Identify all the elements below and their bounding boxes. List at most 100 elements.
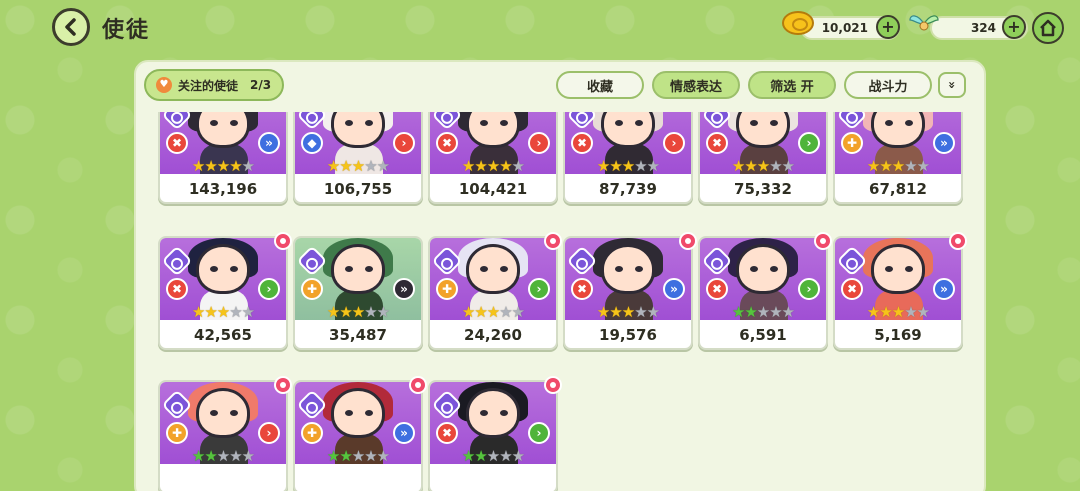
character-eye [500, 120, 508, 126]
character-eye [500, 410, 508, 416]
combat-power: 6,591 [739, 326, 787, 344]
followed-count: 2/3 [250, 78, 272, 92]
star-rating: ★★★★★ [700, 158, 826, 174]
star-icon: ★ [879, 303, 892, 321]
character-eye [615, 266, 623, 272]
character-face [871, 244, 925, 294]
combat-power: 5,169 [874, 326, 922, 344]
apostle-card[interactable]: ✚» ★★★★★ [293, 376, 427, 491]
followed-label: 关注的使徒 [178, 78, 239, 93]
apostle-card[interactable]: ✖ › ★★★★★ [428, 376, 562, 491]
apostle-grid: ✖» ★★★★★ 143,196 ◆ › ★★★★★ 106,755 ✖ › ★★★★★ 104,4… [158, 112, 968, 491]
apostle-card[interactable]: ✚ › ★★★★★ [158, 376, 292, 491]
star-icon: ★ [744, 303, 757, 321]
star-icon: ★ [461, 157, 475, 175]
star-icon: ★ [756, 157, 770, 175]
star-icon: ★ [866, 157, 880, 175]
combat-power: 104,421 [458, 180, 528, 198]
apostle-card[interactable]: ✖» ★★★★★ 19,576 [563, 232, 697, 350]
apostle-card[interactable]: ✖ › ★★★★★ 42,565 [158, 232, 292, 350]
star-icon: ★ [241, 303, 255, 321]
star-icon: ★ [216, 447, 230, 465]
star-icon: ★ [364, 303, 377, 321]
star-icon: ★ [731, 303, 745, 321]
favorites-button[interactable]: 收藏 [556, 71, 644, 99]
emotion-button[interactable]: 情感表达 [652, 71, 740, 99]
star-icon: ★ [364, 157, 377, 175]
star-icon: ★ [511, 303, 525, 321]
apostle-card[interactable]: ✖» ★★★★★ 143,196 [158, 112, 288, 204]
combat-power: 42,565 [194, 326, 252, 344]
flower-badge-icon [544, 376, 562, 394]
star-icon: ★ [229, 447, 242, 465]
character-eye [885, 266, 893, 272]
character-face [196, 388, 250, 438]
star-icon: ★ [376, 157, 390, 175]
character-face [331, 244, 385, 294]
rank-arrow-icon: » [933, 278, 955, 300]
collapse-button[interactable]: » [938, 72, 966, 98]
rank-arrow-icon: › [528, 278, 550, 300]
character-face [601, 244, 655, 294]
role-atk-icon: ✖ [841, 278, 863, 300]
home-button[interactable] [1032, 12, 1064, 44]
character-face [331, 388, 385, 438]
rank-arrow-icon: » [393, 422, 415, 444]
apostle-card[interactable]: ✖ › ★★★★★ 87,739 [563, 112, 693, 204]
character-face [196, 244, 250, 294]
star-icon: ★ [916, 157, 930, 175]
apostle-card[interactable]: ✚ › ★★★★★ 24,260 [428, 232, 562, 350]
star-icon: ★ [364, 447, 377, 465]
apostle-card[interactable]: ✚» ★★★★★ 35,487 [293, 236, 423, 350]
role-atk-icon: ✖ [166, 278, 188, 300]
star-icon: ★ [499, 447, 512, 465]
character-eye [500, 266, 508, 272]
star-rating: ★★★★★ [430, 304, 556, 320]
home-icon [1040, 19, 1056, 37]
star-rating: ★★★★★ [160, 448, 286, 464]
character-face [601, 112, 655, 148]
rank-arrow-icon: » [258, 132, 280, 154]
flower-badge-icon [814, 232, 832, 250]
rank-arrow-icon: › [393, 132, 415, 154]
star-rating: ★★★★★ [835, 304, 961, 320]
apostle-card[interactable]: ✖ › ★★★★★ 104,421 [428, 112, 558, 204]
star-rating: ★★★★★ [160, 304, 286, 320]
heart-icon: ♥ [156, 77, 172, 93]
star-icon: ★ [326, 447, 340, 465]
character-face [466, 112, 520, 148]
star-icon: ★ [499, 157, 512, 175]
star-icon: ★ [191, 157, 205, 175]
star-icon: ★ [609, 303, 622, 321]
character-eye [770, 120, 778, 126]
add-gems-button[interactable]: + [1002, 15, 1026, 39]
flower-badge-icon [679, 232, 697, 250]
star-icon: ★ [486, 303, 500, 321]
star-icon: ★ [511, 447, 525, 465]
star-icon: ★ [904, 157, 917, 175]
character-eye [230, 120, 238, 126]
apostle-card[interactable]: ✖ » ★★★★★ 5,169 [833, 232, 967, 350]
combat-power: 19,576 [599, 326, 657, 344]
apostle-card[interactable]: ✖ › ★★★★★ 6,591 [698, 232, 832, 350]
back-button[interactable] [52, 8, 90, 46]
star-icon: ★ [461, 447, 475, 465]
character-eye [480, 410, 488, 416]
apostle-card[interactable]: ✖ › ★★★★★ 75,332 [698, 112, 828, 204]
star-rating: ★★★★★ [700, 304, 826, 320]
apostle-card[interactable]: ✚» ★★★★★ 67,812 [833, 112, 963, 204]
filter-button[interactable]: 筛选 开 [748, 71, 836, 99]
rank-arrow-icon: › [663, 132, 685, 154]
character-face [736, 244, 790, 294]
add-coins-button[interactable]: + [876, 15, 900, 39]
coin-icon [782, 11, 814, 35]
star-icon: ★ [326, 303, 340, 321]
character-eye [615, 120, 623, 126]
sort-power-button[interactable]: 战斗力 [844, 71, 932, 99]
role-atk-icon: ✖ [706, 132, 728, 154]
apostle-card[interactable]: ◆ › ★★★★★ 106,755 [293, 112, 423, 204]
character-eye [345, 120, 353, 126]
flower-badge-icon [544, 232, 562, 250]
role-def-icon: ◆ [301, 132, 323, 154]
followed-apostles-button[interactable]: ♥ 关注的使徒 2/3 [144, 69, 284, 101]
